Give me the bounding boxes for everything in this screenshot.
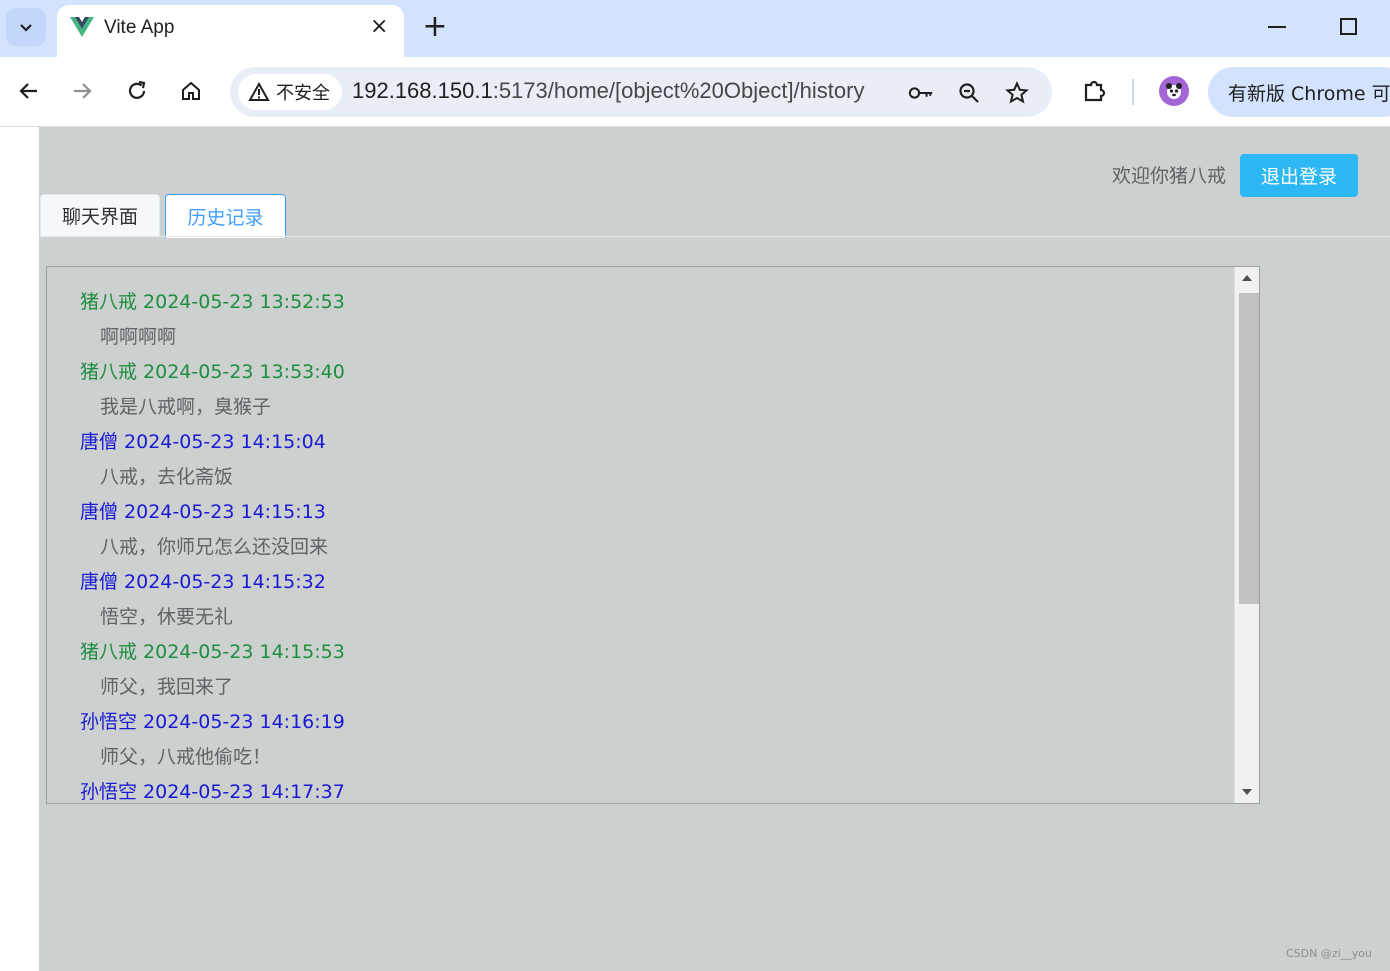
message-header: 孙悟空 2024-05-23 14:17:37 <box>80 781 345 803</box>
browser-tab-active[interactable]: Vite App × <box>57 5 404 57</box>
maximize-icon[interactable] <box>1340 18 1357 35</box>
triangle-down-icon <box>1242 789 1252 795</box>
reload-icon <box>128 80 146 99</box>
message-header: 唐僧 2024-05-23 14:15:32 <box>80 571 326 593</box>
puzzle-icon <box>1084 80 1106 102</box>
security-label: 不安全 <box>276 83 330 104</box>
close-icon[interactable]: × <box>370 15 388 39</box>
home-button[interactable] <box>174 74 208 108</box>
history-list[interactable]: 猪八戒 2024-05-23 13:52:53 啊啊啊啊猪八戒 2024-05-2… <box>46 266 1260 804</box>
home-icon <box>182 81 200 100</box>
scroll-up-arrow[interactable] <box>1235 267 1259 289</box>
logout-button[interactable]: 退出登录 <box>1240 154 1358 197</box>
vue-logo-icon <box>70 17 94 37</box>
welcome-text: 欢迎你猪八戒 <box>1112 165 1227 187</box>
update-label: 有新版 Chrome 可用 <box>1228 83 1390 105</box>
minimize-icon[interactable] <box>1268 26 1286 28</box>
triangle-up-icon <box>1242 275 1252 281</box>
zoom-icon[interactable] <box>956 80 982 106</box>
address-bar[interactable]: 不安全 192.168.150.1:5173/home/[object%20Ob… <box>230 67 1052 117</box>
message-header: 猪八戒 2024-05-23 13:52:53 <box>80 291 345 313</box>
key-icon[interactable] <box>908 80 934 106</box>
back-button[interactable] <box>12 74 46 108</box>
forward-button[interactable] <box>65 74 99 108</box>
tabs-divider <box>39 236 1390 237</box>
panda-avatar-icon <box>1166 83 1182 99</box>
star-icon[interactable] <box>1004 80 1030 106</box>
tab-search-button[interactable] <box>6 8 46 46</box>
arrow-left-icon <box>19 83 37 99</box>
reload-button[interactable] <box>120 74 154 108</box>
app-container: 欢迎你猪八戒 退出登录 聊天界面 历史记录 猪八戒 2024-05-23 13:… <box>39 127 1390 971</box>
extensions-button[interactable] <box>1077 74 1111 108</box>
message-header: 猪八戒 2024-05-23 14:15:53 <box>80 641 345 663</box>
message-header: 猪八戒 2024-05-23 13:53:40 <box>80 361 345 383</box>
new-tab-button[interactable]: + <box>420 10 450 44</box>
message-body: 悟空，休要无礼 <box>100 606 234 628</box>
tab-title: Vite App <box>104 17 175 38</box>
url-path: :5173/home/[object%20Object]/history <box>492 78 865 103</box>
scrollbar[interactable] <box>1234 267 1259 803</box>
profile-avatar[interactable] <box>1159 76 1189 106</box>
chrome-update-button[interactable]: 有新版 Chrome 可用 <box>1208 67 1390 117</box>
url-host: 192.168.150.1 <box>352 78 493 103</box>
message-body: 师父，八戒他偷吃！ <box>100 746 272 768</box>
scroll-thumb[interactable] <box>1239 293 1259 604</box>
browser-tab-bar: Vite App × + <box>0 0 1390 57</box>
page-viewport: 欢迎你猪八戒 退出登录 聊天界面 历史记录 猪八戒 2024-05-23 13:… <box>0 127 1390 971</box>
message-header: 唐僧 2024-05-23 14:15:04 <box>80 431 326 453</box>
message-header: 孙悟空 2024-05-23 14:16:19 <box>80 711 345 733</box>
arrow-right-icon <box>74 83 92 99</box>
message-header: 唐僧 2024-05-23 14:15:13 <box>80 501 326 523</box>
message-body: 我是八戒啊，臭猴子 <box>100 396 272 418</box>
message-body: 八戒，去化斋饭 <box>100 466 234 488</box>
browser-toolbar: 不安全 192.168.150.1:5173/home/[object%20Ob… <box>0 57 1390 127</box>
message-body: 师父，我回来了 <box>100 676 234 698</box>
scroll-down-arrow[interactable] <box>1235 781 1259 803</box>
tab-chat[interactable]: 聊天界面 <box>40 194 160 236</box>
tab-history[interactable]: 历史记录 <box>165 194 286 238</box>
warning-icon <box>248 82 270 101</box>
toolbar-divider <box>1132 79 1134 105</box>
watermark: CSDN @zi__you <box>1286 947 1372 960</box>
security-chip[interactable]: 不安全 <box>238 74 342 110</box>
url-text[interactable]: 192.168.150.1:5173/home/[object%20Object… <box>352 78 864 104</box>
message-body: 啊啊啊啊 <box>100 326 177 348</box>
chevron-down-icon <box>20 24 32 32</box>
message-body: 八戒，你师兄怎么还没回来 <box>100 536 329 558</box>
